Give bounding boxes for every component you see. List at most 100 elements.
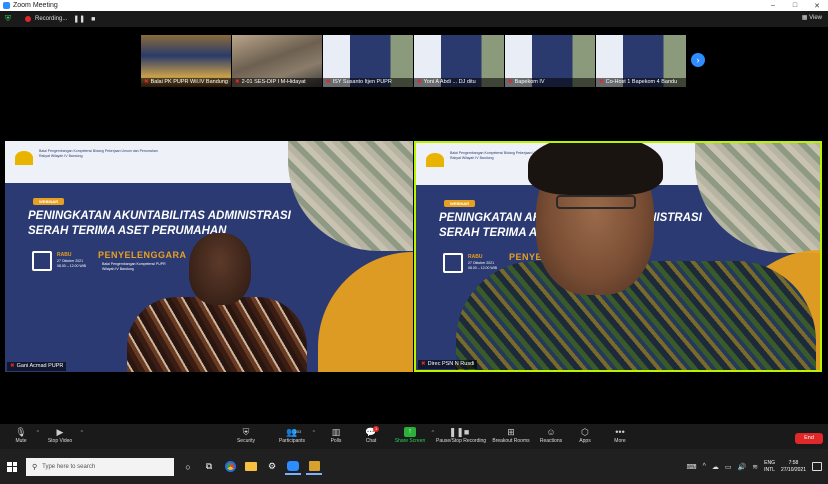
slide-orange-accent (318, 252, 413, 372)
muted-mic-icon: ✖ (10, 363, 15, 369)
chevron-up-icon[interactable]: ^ (313, 430, 315, 436)
participant-hair (528, 143, 663, 195)
slide-time-text: 08.00 – 12.00 WIB (468, 265, 497, 270)
headline-line-1: PENINGKATAN AKUNTABILITAS ADMINISTRASI (28, 210, 291, 222)
view-label: View (809, 15, 822, 21)
tile-name-text: Gani Acmad PUPR (16, 363, 64, 369)
video-tile-left[interactable]: Balai Pengembangan Kompetensi Bidang Pek… (5, 141, 413, 372)
slide-day: RABU (57, 252, 72, 258)
participant-body (127, 297, 307, 372)
tile-name-text: Direc PSN N Rusdi (427, 361, 475, 367)
recording-icon (25, 16, 31, 22)
organizer-text: Balai Pengembangan Kompetensi PUPR Wilay… (102, 262, 166, 271)
webinar-tag: WEBINAR (33, 198, 65, 205)
chevron-up-icon[interactable]: ^ (37, 430, 39, 436)
meeting-controls-toolbar: 🎙 Mute ^ ▶ Stop Video ^ ⛨ Security 👥 203… (0, 424, 828, 449)
view-button[interactable]: ▦ View (802, 14, 822, 21)
keyboard-layout: INTL (764, 466, 775, 473)
calendar-icon (32, 251, 52, 271)
apps-icon: ⬡ (581, 427, 589, 437)
participant-thumbnail[interactable]: ✖ ISY Susanto Itjen PUPR (323, 35, 413, 87)
end-meeting-button[interactable]: End (795, 433, 823, 444)
minimize-button[interactable]: – (762, 2, 784, 9)
close-button[interactable]: ✕ (806, 2, 828, 10)
video-tile-right-active-speaker[interactable]: Balai Pengembangan Kompetensi Bidang Pek… (414, 141, 822, 372)
shield-icon[interactable]: ⛨ (5, 15, 13, 23)
thumbnail-name-text: Yoni A Abdi ... DJ ditu (423, 79, 476, 85)
more-button[interactable]: ••• More (611, 426, 629, 445)
taskbar-clock[interactable]: 7:58 27/10/2021 (781, 460, 806, 474)
system-tray: ⌨ ^ ☁ ▭ 🔊 ≋ ENG INTL 7:58 27/10/2021 (687, 449, 828, 484)
breakout-rooms-icon: ⊞ (507, 427, 515, 437)
security-button[interactable]: ⛨ Security (233, 426, 259, 445)
slide-aerial-photo (288, 141, 413, 251)
breakout-rooms-label: Breakout Rooms (492, 438, 530, 444)
slide-headline: PENINGKATAN AKUNTABILITAS ADMINISTRASI S… (28, 209, 291, 239)
thumbnail-name-text: Bapekom IV (514, 79, 545, 85)
maximize-button[interactable]: □ (784, 2, 806, 9)
file-explorer-icon[interactable] (243, 459, 259, 475)
wifi-icon[interactable]: ≋ (752, 463, 758, 471)
chevron-up-icon[interactable]: ^ (81, 430, 83, 436)
participant-thumbnail[interactable]: ✖ Balai PK PUPR Wil.IV Bandung (141, 35, 231, 87)
taskbar-search[interactable]: ⚲ Type here to search (26, 457, 174, 476)
polls-icon: ▥ (331, 427, 341, 437)
pause-stop-recording-button[interactable]: ❚❚■ Pause/Stop Recording (436, 426, 486, 445)
chevron-up-icon[interactable]: ^ (432, 430, 434, 436)
volume-icon[interactable]: 🔊 (738, 463, 747, 471)
chevron-up-icon[interactable]: ^ (703, 463, 706, 470)
participant-thumbnail[interactable]: ✖ 2-01 SES-DIP I M-Hidayat (232, 35, 322, 87)
share-screen-button[interactable]: ↑ Share Screen ^ (393, 426, 434, 445)
participant-glasses (556, 195, 636, 209)
language-indicator[interactable]: ENG INTL (764, 460, 775, 474)
slide-day: RABU (468, 254, 483, 260)
battery-icon[interactable]: ▭ (725, 463, 732, 471)
recording-label: Recording... (35, 16, 68, 22)
reactions-button[interactable]: ☺ Reactions (538, 426, 564, 445)
clock-time: 7:58 (788, 459, 799, 466)
thumbnail-name: ✖ Bapekom IV (505, 78, 595, 87)
pause-recording-icon[interactable]: ❚❚ (73, 15, 85, 23)
task-switch-icon[interactable]: ⧉ (201, 459, 217, 475)
participants-button[interactable]: 👥 203 Participants ^ (276, 426, 315, 445)
muted-mic-icon: ✖ (235, 79, 240, 85)
stop-video-button[interactable]: ▶ Stop Video ^ (44, 426, 83, 445)
polls-button[interactable]: ▥ Polls (326, 426, 346, 445)
language-code: ENG (764, 459, 775, 466)
participant-thumbnail[interactable]: ✖ Bapekom IV (505, 35, 595, 87)
photos-icon[interactable] (306, 459, 322, 475)
tile-name-label: ✖ Gani Acmad PUPR (7, 362, 67, 371)
task-view-icon[interactable]: ○ (180, 459, 196, 475)
chat-button[interactable]: 💬 1 Chat (361, 426, 381, 445)
keyboard-icon[interactable]: ⌨ (687, 463, 697, 471)
muted-mic-icon: ✖ (326, 79, 331, 85)
window-titlebar: Zoom Meeting – □ ✕ (0, 0, 828, 11)
shield-icon: ⛨ (242, 427, 250, 437)
participant-head (189, 233, 251, 305)
zoom-taskbar-icon[interactable] (285, 459, 301, 475)
participants-count: 203 (294, 429, 302, 434)
notification-icon[interactable] (812, 462, 822, 471)
next-page-arrow-icon[interactable]: › (691, 53, 705, 67)
muted-mic-icon: ✖ (417, 79, 422, 85)
taskbar-apps: ○ ⧉ ⚙ (180, 459, 322, 475)
windows-start-icon[interactable] (4, 459, 20, 475)
apps-button[interactable]: ⬡ Apps (576, 426, 594, 445)
network-icon[interactable]: ☁ (712, 463, 719, 471)
stop-recording-icon[interactable]: ■ (91, 16, 95, 23)
polls-label: Polls (330, 438, 342, 444)
settings-icon[interactable]: ⚙ (264, 459, 280, 475)
mute-button[interactable]: 🎙 Mute ^ (10, 426, 39, 445)
thumbnail-name-text: Co-Host 1 Bapekom 4 Bandu (605, 79, 678, 85)
clock-date: 27/10/2021 (780, 466, 806, 473)
participant-thumbnail[interactable]: ✖ Co-Host 1 Bapekom 4 Bandu (596, 35, 686, 87)
slide-org-text: Balai Pengembangan Kompetensi Bidang Pek… (39, 149, 158, 158)
chrome-icon[interactable] (222, 459, 238, 475)
slide-date: 27 Oktober 2021 08.00 – 12.00 WIB (57, 259, 86, 268)
slide-date: 27 Oktober 2021 08.00 – 12.00 WIB (468, 261, 497, 270)
search-icon: ⚲ (32, 463, 38, 471)
breakout-rooms-button[interactable]: ⊞ Breakout Rooms (492, 426, 530, 445)
thumbnail-name-text: 2-01 SES-DIP I M-Hidayat (241, 79, 306, 85)
participant-thumbnail[interactable]: ✖ Yoni A Abdi ... DJ ditu (414, 35, 504, 87)
apps-label: Apps (579, 438, 591, 444)
